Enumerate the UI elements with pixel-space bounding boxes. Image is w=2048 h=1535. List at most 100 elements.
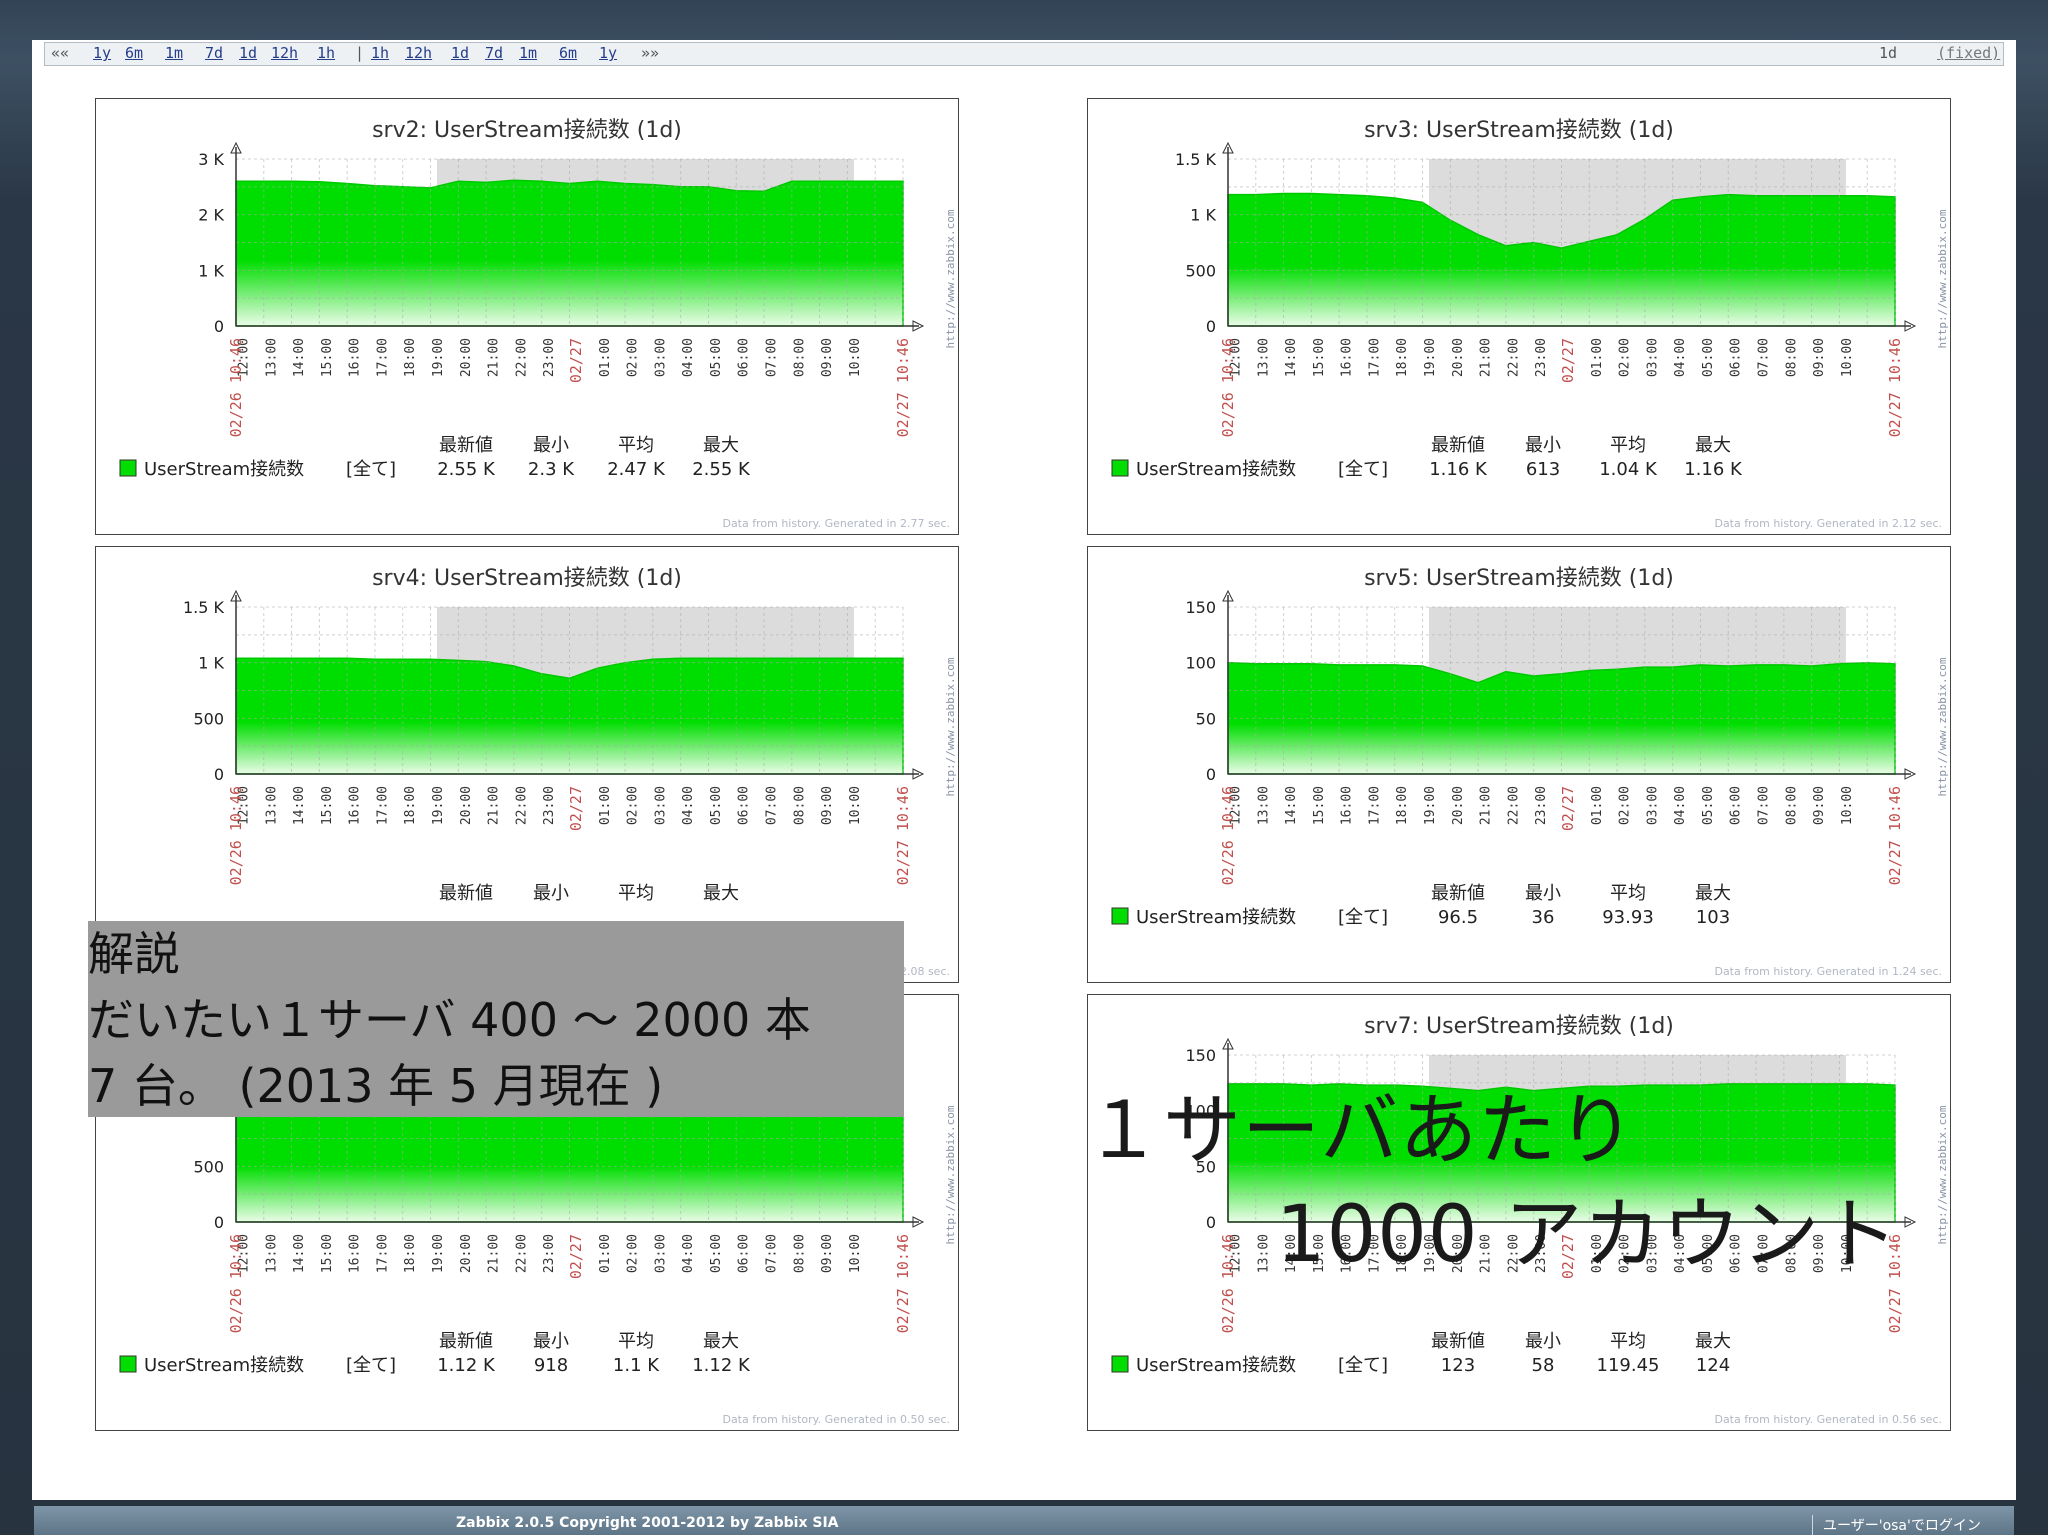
nav-back-1h[interactable]: 1h (317, 44, 335, 62)
footer-login-status[interactable]: ユーザー'osa'でログイン (1812, 1515, 1981, 1535)
x-end-label: 02/27 10:46 (894, 338, 912, 437)
y-tick-label: 1 K (198, 654, 224, 673)
stat-header: 平均 (1610, 435, 1646, 456)
nav-back-1d[interactable]: 1d (239, 44, 257, 62)
nav-back-7d[interactable]: 7d (205, 44, 223, 62)
legend-swatch (119, 1355, 137, 1373)
x-tick-label: 02/27 (1559, 338, 1577, 383)
nav-fwd-1y[interactable]: 1y (599, 44, 617, 62)
x-tick-label: 15:00 (1312, 338, 1327, 377)
x-tick-label: 23:00 (1534, 338, 1549, 377)
graph-panel-srv3: srv3: UserStream接続数 (1d) 1.5 K1 K 500 0 12:0… (1087, 98, 1951, 535)
x-tick-label: 20:00 (459, 338, 474, 377)
stat-header: 最大 (1695, 1331, 1731, 1352)
nav-separator: | (355, 44, 365, 62)
nav-fwd-1h[interactable]: 1h (371, 44, 389, 62)
x-tick-label: 13:00 (264, 338, 279, 377)
y-tick-label: 150 (1185, 1046, 1216, 1065)
nav-fwd-12h[interactable]: 12h (405, 44, 432, 62)
x-start-label: 02/26 10:46 (227, 338, 245, 437)
zabbix-url-label: http://www.zabbix.com (944, 657, 957, 796)
stat-value: 36 (1532, 907, 1555, 928)
x-tick-label: 22:00 (1506, 338, 1521, 377)
x-tick-label: 09:00 (820, 338, 835, 377)
x-end-label: 02/27 10:46 (894, 1234, 912, 1333)
stat-value: 1.12 K (692, 1355, 751, 1376)
stat-header: 最小 (1525, 1331, 1561, 1352)
fixed-toggle[interactable]: (fixed) (1937, 44, 2000, 62)
x-tick-label: 07:00 (765, 786, 780, 825)
x-tick-label: 20:00 (459, 786, 474, 825)
legend-name: UserStream接続数 (1136, 1355, 1296, 1376)
legend-name: UserStream接続数 (1136, 459, 1296, 480)
legend-name: UserStream接続数 (144, 459, 304, 480)
x-tick-label: 21:00 (487, 1234, 502, 1273)
legend-all: [全て] (1338, 459, 1388, 480)
x-tick-label: 19:00 (431, 338, 446, 377)
graph-panel-srv5: srv5: UserStream接続数 (1d) 150 100 50 0 12:00 13… (1087, 546, 1951, 983)
x-tick-label: 13:00 (1256, 338, 1271, 377)
y-tick-label: 3 K (198, 150, 224, 169)
nav-back-1m[interactable]: 1m (165, 44, 183, 62)
x-tick-label: 23:00 (542, 786, 557, 825)
x-tick-label: 22:00 (514, 1234, 529, 1273)
x-tick-label: 04:00 (1673, 786, 1688, 825)
graph-canvas: srv5: UserStream接続数 (1d)15010050012:00 13… (1111, 566, 1949, 978)
graph-title: srv3: UserStream接続数 (1d) (1364, 118, 1674, 143)
stat-value: 1.16 K (1684, 459, 1743, 480)
x-tick-label: 10:00 (1840, 786, 1855, 825)
x-end-label: 02/27 10:46 (1886, 338, 1904, 437)
nav-back-12h[interactable]: 12h (271, 44, 298, 62)
period-navigation-bar: «« 1y 6m 1m 7d 1d 12h 1h | 1h 12h 1d 7d … (44, 42, 2004, 66)
graph-title: srv7: UserStream接続数 (1d) (1364, 1014, 1674, 1039)
stat-header: 平均 (618, 1331, 654, 1352)
graph-canvas: srv2: UserStream接続数 (1d)3 K2 K1 K012:00 1… (119, 118, 957, 530)
zabbix-url-label: http://www.zabbix.com (944, 1105, 957, 1244)
x-tick-label: 07:00 (1757, 786, 1772, 825)
stat-value: 2.3 K (528, 459, 575, 480)
nav-back-1y[interactable]: 1y (93, 44, 111, 62)
x-tick-label: 06:00 (737, 786, 752, 825)
x-tick-label: 01:00 (598, 1234, 613, 1273)
y-tick-label: 0 (1206, 317, 1216, 336)
stat-header: 平均 (1610, 883, 1646, 904)
x-tick-label: 22:00 (514, 786, 529, 825)
x-tick-label: 16:00 (348, 786, 363, 825)
stat-header: 最大 (703, 883, 739, 904)
zabbix-url-label: http://www.zabbix.com (1936, 209, 1949, 348)
stat-header: 最大 (1695, 435, 1731, 456)
legend-swatch (1111, 459, 1129, 477)
x-tick-label: 18:00 (1395, 338, 1410, 377)
y-tick-label: 0 (214, 1213, 224, 1232)
x-tick-label: 16:00 (348, 338, 363, 377)
nav-fwd-7d[interactable]: 7d (485, 44, 503, 62)
nav-fwd-6m[interactable]: 6m (559, 44, 577, 62)
x-start-label: 02/26 10:46 (1219, 1234, 1237, 1333)
nav-prev-button[interactable]: «« (51, 44, 69, 62)
stat-header: 最新値 (439, 883, 493, 904)
stat-value: 613 (1526, 459, 1560, 480)
y-tick-label: 500 (1185, 261, 1216, 280)
x-tick-label: 05:00 (709, 338, 724, 377)
nav-fwd-1m[interactable]: 1m (519, 44, 537, 62)
y-tick-label: 500 (193, 709, 224, 728)
generated-note: Data from history. Generated in 2.12 sec… (1714, 517, 1942, 530)
x-tick-label: 13:00 (1256, 1234, 1271, 1273)
x-tick-label: 03:00 (653, 1234, 668, 1273)
nav-next-button[interactable]: »» (641, 44, 659, 62)
x-tick-label: 02/27 (567, 1234, 585, 1279)
y-tick-label: 100 (1185, 654, 1216, 673)
nav-fwd-1d[interactable]: 1d (451, 44, 469, 62)
stat-header: 最小 (1525, 435, 1561, 456)
x-tick-label: 05:00 (1701, 338, 1716, 377)
x-start-label: 02/26 10:46 (1219, 786, 1237, 885)
y-tick-label: 50 (1196, 709, 1216, 728)
nav-back-6m[interactable]: 6m (125, 44, 143, 62)
stat-value: 119.45 (1597, 1355, 1660, 1376)
x-tick-label: 22:00 (1506, 786, 1521, 825)
x-tick-label: 02/27 (1559, 786, 1577, 831)
stat-value: 1.16 K (1429, 459, 1488, 480)
y-tick-label: 150 (1185, 598, 1216, 617)
x-tick-label: 21:00 (1479, 338, 1494, 377)
x-tick-label: 06:00 (737, 1234, 752, 1273)
